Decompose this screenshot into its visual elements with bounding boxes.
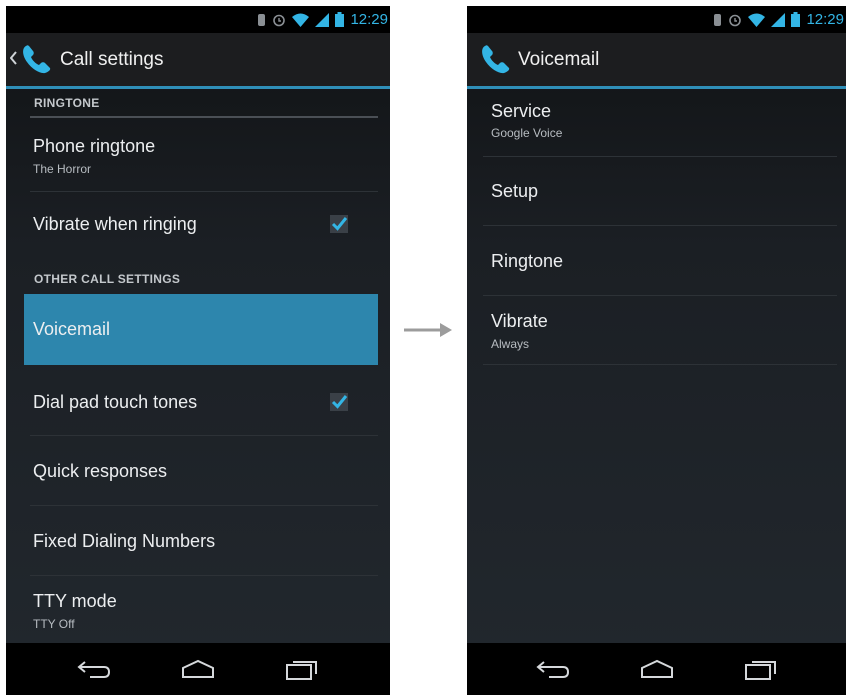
pref-summary: TTY Off (33, 617, 75, 631)
back-icon (77, 661, 111, 678)
tty-mode-item[interactable]: TTY mode TTY Off (30, 576, 378, 643)
voicemail-setup-item[interactable]: Setup (483, 157, 837, 225)
wifi-icon (292, 13, 310, 27)
status-time: 12:29 (806, 11, 844, 28)
bluetooth-icon (258, 13, 266, 26)
pref-title: Service (491, 101, 552, 121)
bluetooth-icon (714, 13, 722, 26)
home-button[interactable] (637, 652, 677, 686)
quick-responses-item[interactable]: Quick responses (30, 436, 378, 505)
checkbox-checked-icon[interactable] (330, 215, 348, 233)
pref-summary: The Horror (33, 162, 92, 176)
home-icon (182, 659, 214, 678)
pref-title: Ringtone (491, 251, 564, 271)
pref-title: TTY mode (33, 591, 117, 611)
vibrate-when-ringing-item[interactable]: Vibrate when ringing (30, 192, 378, 262)
page-title: Call settings (60, 49, 164, 70)
dial-pad-touch-tones-item[interactable]: Dial pad touch tones (30, 365, 378, 435)
back-button[interactable] (533, 652, 573, 686)
back-button[interactable] (74, 652, 114, 686)
home-button[interactable] (178, 652, 218, 686)
status-time: 12:29 (350, 11, 388, 28)
status-icons: 12:29 (257, 6, 390, 33)
back-icon (536, 661, 570, 678)
signal-icon (771, 12, 786, 27)
section-header-ringtone: RINGTONE (34, 96, 100, 110)
battery-icon (791, 12, 801, 27)
phone-handset-icon[interactable] (479, 43, 513, 77)
voicemail-service-item[interactable]: Service Google Voice (483, 90, 837, 156)
action-bar: Call settings (6, 33, 390, 89)
recent-apps-icon (286, 661, 317, 680)
list-divider (483, 364, 837, 365)
alarm-icon (273, 14, 286, 26)
pref-summary: Always (491, 337, 530, 351)
alarm-icon (729, 14, 742, 26)
wifi-icon (748, 13, 766, 27)
fixed-dialing-numbers-item[interactable]: Fixed Dialing Numbers (30, 506, 378, 575)
pref-summary: Google Voice (491, 126, 563, 140)
status-bar: 12:29 (6, 6, 390, 33)
pref-title: Fixed Dialing Numbers (33, 531, 216, 551)
up-navigation-icon[interactable] (10, 46, 17, 70)
right-arrow-icon (404, 323, 452, 337)
pref-title: Vibrate (491, 311, 548, 331)
recent-apps-icon (745, 661, 776, 680)
pref-title: Phone ringtone (33, 136, 156, 156)
navigation-bar (467, 643, 846, 695)
navigation-bar (6, 643, 390, 695)
status-icons: 12:29 (713, 6, 846, 33)
voicemail-screen: 12:29 Voicemail Service Google Voice Set… (467, 6, 846, 695)
battery-icon (335, 12, 345, 27)
call-settings-screen: 12:29 Call settings RINGTONE Phone ringt… (6, 6, 390, 695)
pref-title: Setup (491, 181, 539, 201)
checkbox-checked-icon[interactable] (330, 393, 348, 411)
action-bar: Voicemail (467, 33, 846, 89)
phone-handset-icon[interactable] (20, 43, 54, 77)
recent-apps-button[interactable] (282, 652, 322, 686)
pref-title: Voicemail (33, 319, 111, 339)
pref-title: Dial pad touch tones (33, 392, 198, 412)
section-header-other-call-settings: OTHER CALL SETTINGS (34, 272, 181, 286)
signal-icon (315, 12, 330, 27)
voicemail-item[interactable]: Voicemail (24, 294, 378, 365)
recent-apps-button[interactable] (741, 652, 781, 686)
phone-ringtone-item[interactable]: Phone ringtone The Horror (30, 119, 378, 191)
page-title: Voicemail (518, 49, 600, 70)
pref-title: Vibrate when ringing (33, 214, 197, 234)
status-bar: 12:29 (467, 6, 846, 33)
voicemail-ringtone-item[interactable]: Ringtone (483, 226, 837, 295)
voicemail-vibrate-item[interactable]: Vibrate Always (483, 296, 837, 364)
home-icon (641, 659, 673, 678)
section-divider (30, 116, 378, 118)
pref-title: Quick responses (33, 461, 168, 481)
